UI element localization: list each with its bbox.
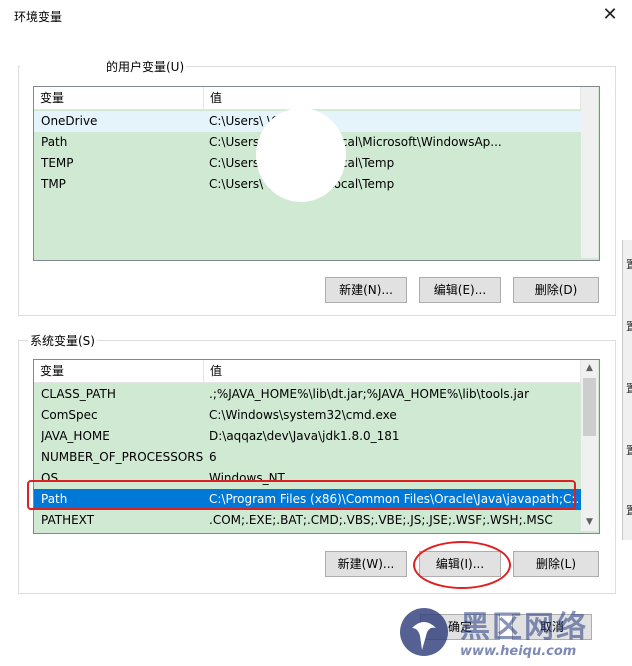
edge-label: 置: [626, 382, 632, 395]
list-item[interactable]: JAVA_HOME D:\aqqaz\dev\Java\jdk1.8.0_181: [34, 426, 581, 447]
scroll-up-icon[interactable]: ▲: [581, 360, 598, 377]
scroll-down-icon[interactable]: ▼: [581, 514, 598, 531]
var-value: 6: [209, 450, 217, 464]
var-value: .;%JAVA_HOME%\lib\dt.jar;%JAVA_HOME%\lib…: [209, 387, 530, 401]
vertical-scrollbar[interactable]: ▲ ▼: [581, 360, 598, 531]
var-value: C:\Windows\system32\cmd.exe: [209, 408, 397, 422]
list-item[interactable]: CLASS_PATH .;%JAVA_HOME%\lib\dt.jar;%JAV…: [34, 384, 581, 405]
column-header-value[interactable]: 值: [204, 87, 581, 109]
var-value: D:\aqqaz\dev\Java\jdk1.8.0_181: [209, 429, 400, 443]
sys-delete-button[interactable]: 删除(L): [513, 551, 599, 577]
list-item[interactable]: NUMBER_OF_PROCESSORS 6: [34, 447, 581, 468]
edge-label: 置: [626, 444, 632, 457]
close-icon[interactable]: ✕: [598, 3, 622, 27]
var-name: Path: [41, 135, 68, 149]
list-item-selected[interactable]: Path C:\Program Files (x86)\Common Files…: [34, 489, 581, 510]
column-header-variable[interactable]: 变量: [34, 360, 204, 382]
var-name: TEMP: [41, 156, 74, 170]
list-item[interactable]: OS Windows_NT: [34, 468, 581, 489]
edge-label: 置: [626, 504, 632, 517]
var-name: Path: [41, 492, 68, 506]
cancel-button[interactable]: 取消: [512, 614, 592, 640]
list-header: 变量 值: [34, 360, 581, 383]
sys-new-button[interactable]: 新建(W)...: [325, 551, 407, 577]
title-bar: 环境变量 ✕: [0, 0, 632, 32]
user-vars-group-label: 的用户变量(U): [104, 58, 187, 75]
scroll-thumb[interactable]: [583, 378, 596, 436]
background-window-edge: 置 置 置 置 置: [622, 240, 632, 540]
user-edit-button[interactable]: 编辑(E)...: [419, 277, 501, 303]
var-name: OS: [41, 471, 59, 485]
var-name: TMP: [41, 177, 66, 191]
user-new-button[interactable]: 新建(N)...: [325, 277, 407, 303]
edge-label: 置: [626, 258, 632, 271]
var-name: JAVA_HOME: [41, 429, 110, 443]
var-name: CLASS_PATH: [41, 387, 116, 401]
var-value: C:\Program Files (x86)\Common Files\Orac…: [209, 492, 579, 506]
redaction-blob: [20, 56, 106, 78]
sys-vars-group-label: 系统变量(S): [28, 332, 97, 349]
var-name: ComSpec: [41, 408, 98, 422]
var-name: OneDrive: [41, 114, 98, 128]
redaction-blob: [256, 108, 346, 202]
list-item[interactable]: ComSpec C:\Windows\system32\cmd.exe: [34, 405, 581, 426]
var-name: NUMBER_OF_PROCESSORS: [41, 450, 204, 464]
var-value: .COM;.EXE;.BAT;.CMD;.VBS;.VBE;.JS;.JSE;.…: [209, 513, 553, 527]
list-header: 变量 值: [34, 87, 581, 110]
column-header-variable[interactable]: 变量: [34, 87, 204, 109]
watermark-url: www.heiqu.com: [460, 644, 577, 659]
var-value: Windows_NT: [209, 471, 285, 485]
vertical-scrollbar[interactable]: [581, 87, 598, 258]
list-item[interactable]: PATHEXT .COM;.EXE;.BAT;.CMD;.VBS;.VBE;.J…: [34, 510, 581, 531]
user-delete-button[interactable]: 删除(D): [513, 277, 599, 303]
sys-vars-list[interactable]: 变量 值 CLASS_PATH .;%JAVA_HOME%\lib\dt.jar…: [33, 359, 600, 534]
column-header-value[interactable]: 值: [204, 360, 581, 382]
ok-button[interactable]: 确定: [420, 614, 500, 640]
window-title: 环境变量: [14, 10, 63, 24]
sys-edit-button[interactable]: 编辑(I)...: [419, 551, 501, 577]
var-name: PATHEXT: [41, 513, 95, 527]
edge-label: 置: [626, 320, 632, 333]
